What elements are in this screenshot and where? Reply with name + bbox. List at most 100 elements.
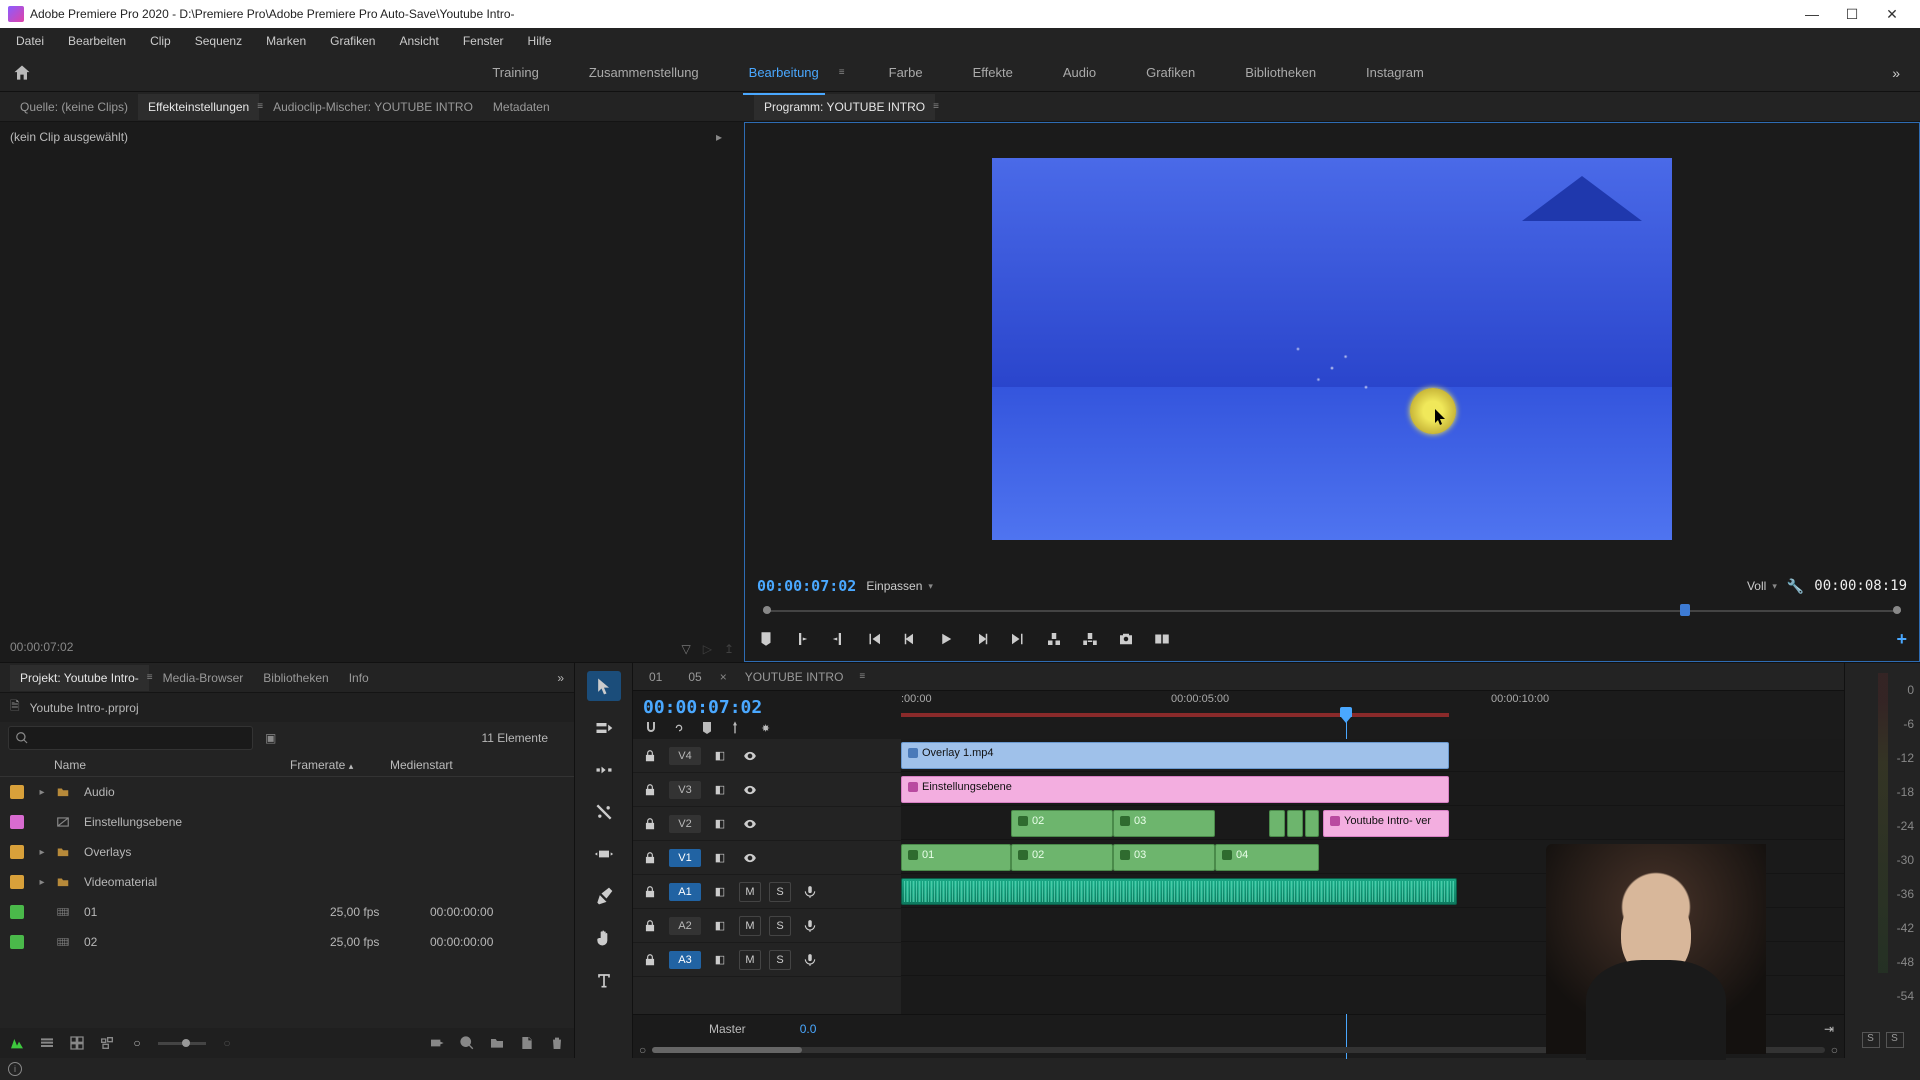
sync-lock-icon[interactable]: ◧ xyxy=(709,814,731,834)
timeline-marker-icon[interactable] xyxy=(727,720,743,739)
selection-tool[interactable] xyxy=(587,671,621,701)
icon-view-icon[interactable] xyxy=(68,1034,86,1052)
close-tab-icon[interactable]: × xyxy=(720,670,727,684)
clip[interactable]: 03 xyxy=(1113,810,1215,837)
go-to-next-edit-icon[interactable]: ⇥ xyxy=(1824,1022,1834,1036)
minimize-button[interactable]: — xyxy=(1792,6,1832,22)
effect-timecode[interactable]: 00:00:07:02 xyxy=(10,640,73,654)
add-marker-button[interactable] xyxy=(757,630,775,648)
lock-icon[interactable] xyxy=(639,746,661,766)
clip[interactable]: 02 xyxy=(1011,810,1113,837)
track-label[interactable]: V4 xyxy=(669,747,701,765)
track-label[interactable]: V3 xyxy=(669,781,701,799)
track-lane-a3[interactable] xyxy=(901,943,1844,976)
freeform-icon[interactable] xyxy=(98,1034,116,1052)
extract-button[interactable] xyxy=(1081,630,1099,648)
project-item[interactable]: ▸Audio xyxy=(0,777,574,807)
menu-sequenz[interactable]: Sequenz xyxy=(183,30,254,52)
track-lane-v1[interactable]: 01020304 xyxy=(901,841,1844,874)
tab-bibliotheken[interactable]: Bibliotheken xyxy=(253,665,338,691)
workspace-grafiken[interactable]: Grafiken xyxy=(1140,61,1201,84)
auto-sequence-icon[interactable] xyxy=(428,1034,446,1052)
sync-lock-icon[interactable]: ◧ xyxy=(709,916,731,936)
delete-icon[interactable] xyxy=(548,1034,566,1052)
program-timecode-current[interactable]: 00:00:07:02 xyxy=(757,577,856,595)
lock-icon[interactable] xyxy=(639,882,661,902)
workspace-bearbeitung[interactable]: Bearbeitung xyxy=(743,61,825,84)
type-tool[interactable] xyxy=(587,965,621,995)
track-select-tool[interactable] xyxy=(587,713,621,743)
menu-bearbeiten[interactable]: Bearbeiten xyxy=(56,30,138,52)
freeform-view-icon[interactable] xyxy=(8,1034,26,1052)
project-item[interactable]: 0225,00 fps00:00:00:00 xyxy=(0,927,574,957)
solo-button[interactable]: S xyxy=(769,916,791,936)
audio-meters[interactable]: 0-6-12-18-24-30-36-42-48-54 S S xyxy=(1844,663,1920,1058)
tab-quelle-keine-clips-[interactable]: Quelle: (keine Clips) xyxy=(10,94,138,120)
workspace-bibliotheken[interactable]: Bibliotheken xyxy=(1239,61,1322,84)
mark-out-button[interactable] xyxy=(829,630,847,648)
clip[interactable] xyxy=(1287,810,1303,837)
track-label[interactable]: V1 xyxy=(669,849,701,867)
timeline-tab-01[interactable]: 01 xyxy=(641,666,670,688)
track-header-v1[interactable]: V1 ◧ xyxy=(633,841,901,875)
timeline-ruler[interactable]: :00:0000:00:05:0000:00:10:00 xyxy=(901,691,1844,739)
hand-tool[interactable] xyxy=(587,923,621,953)
lock-icon[interactable] xyxy=(639,814,661,834)
sync-lock-icon[interactable]: ◧ xyxy=(709,780,731,800)
clip[interactable] xyxy=(1269,810,1285,837)
expand-icon[interactable]: ▸ xyxy=(716,130,722,144)
clip[interactable] xyxy=(901,878,1457,905)
zoom-out-icon[interactable]: ○ xyxy=(128,1034,146,1052)
go-to-out-button[interactable] xyxy=(1009,630,1027,648)
add-marker-tl-icon[interactable] xyxy=(699,720,715,739)
workspace-effekte[interactable]: Effekte xyxy=(967,61,1019,84)
track-lane-v4[interactable]: Overlay 1.mp4 xyxy=(901,739,1844,772)
voiceover-icon[interactable] xyxy=(799,950,821,970)
toggle-output-icon[interactable] xyxy=(739,814,761,834)
track-lane-a2[interactable] xyxy=(901,909,1844,942)
sync-lock-icon[interactable]: ◧ xyxy=(709,848,731,868)
workspace-zusammenstellung[interactable]: Zusammenstellung xyxy=(583,61,705,84)
menu-grafiken[interactable]: Grafiken xyxy=(318,30,387,52)
track-label[interactable]: V2 xyxy=(669,815,701,833)
mute-button[interactable]: M xyxy=(739,916,761,936)
track-label[interactable]: A2 xyxy=(669,917,701,935)
panel-menu-icon[interactable]: ≡ xyxy=(933,101,939,112)
find-icon[interactable] xyxy=(458,1034,476,1052)
razor-tool[interactable] xyxy=(587,797,621,827)
lock-icon[interactable] xyxy=(639,916,661,936)
tabs-overflow-icon[interactable]: » xyxy=(557,671,564,685)
step-forward-button[interactable] xyxy=(973,630,991,648)
program-tab[interactable]: Programm: YOUTUBE INTRO xyxy=(754,94,935,120)
lock-icon[interactable] xyxy=(639,848,661,868)
program-scrubber[interactable] xyxy=(763,603,1901,619)
sync-lock-icon[interactable]: ◧ xyxy=(709,882,731,902)
tab-metadaten[interactable]: Metadaten xyxy=(483,94,560,120)
project-search-input[interactable] xyxy=(8,726,253,750)
workspace-audio[interactable]: Audio xyxy=(1057,61,1102,84)
voiceover-icon[interactable] xyxy=(799,916,821,936)
export-frame-icon[interactable]: ↥ xyxy=(724,642,734,656)
solo-button[interactable]: S xyxy=(769,950,791,970)
mute-button[interactable]: M xyxy=(739,950,761,970)
thumbnail-size-slider[interactable] xyxy=(158,1042,206,1045)
expand-caret-icon[interactable]: ▸ xyxy=(30,787,54,798)
menu-hilfe[interactable]: Hilfe xyxy=(516,30,564,52)
col-framerate[interactable]: Framerate ▴ xyxy=(290,758,390,772)
track-label[interactable]: A1 xyxy=(669,883,701,901)
step-back-button[interactable] xyxy=(901,630,919,648)
clip[interactable]: 02 xyxy=(1011,844,1113,871)
toggle-output-icon[interactable] xyxy=(739,746,761,766)
linked-selection-icon[interactable] xyxy=(671,720,687,739)
close-button[interactable]: ✕ xyxy=(1872,6,1912,23)
timeline-tab-05[interactable]: 05 xyxy=(680,666,709,688)
go-to-in-button[interactable] xyxy=(865,630,883,648)
clip[interactable]: 03 xyxy=(1113,844,1215,871)
panel-menu-icon[interactable]: ≡ xyxy=(859,671,865,682)
clip[interactable]: Youtube Intro- ver xyxy=(1323,810,1449,837)
toggle-output-icon[interactable] xyxy=(739,780,761,800)
track-label[interactable]: A3 xyxy=(669,951,701,969)
track-lane-v2[interactable]: 0203 Youtube Intro- ver xyxy=(901,807,1844,840)
project-item[interactable]: ▸Videomaterial xyxy=(0,867,574,897)
workspace-training[interactable]: Training xyxy=(486,61,544,84)
